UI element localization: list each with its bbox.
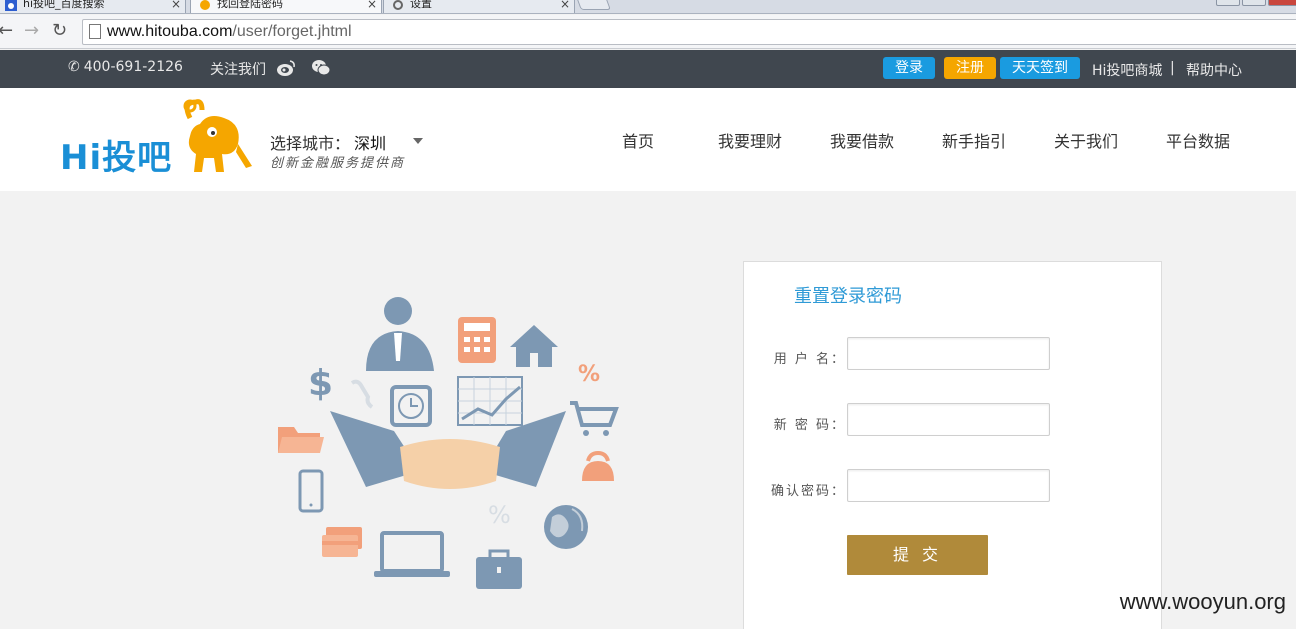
purse-icon bbox=[582, 450, 614, 481]
new-password-input[interactable] bbox=[847, 403, 1050, 436]
nav-invest[interactable]: 我要理财 bbox=[718, 128, 782, 152]
clock-icon bbox=[390, 385, 432, 427]
elephant-favicon-icon bbox=[200, 0, 210, 10]
browser-tab[interactable]: 设置 × bbox=[383, 0, 575, 13]
nav-about[interactable]: 关于我们 bbox=[1054, 128, 1118, 152]
briefcase-icon bbox=[476, 549, 522, 589]
nav-guide[interactable]: 新手指引 bbox=[942, 128, 1006, 152]
phone-number: ✆ 400-691-2126 bbox=[68, 59, 183, 75]
login-button[interactable]: 登录 bbox=[883, 57, 935, 79]
username-input[interactable] bbox=[847, 337, 1050, 370]
register-button[interactable]: 注册 bbox=[944, 57, 996, 79]
folder-icon bbox=[278, 427, 324, 453]
back-arrow-icon[interactable]: ← bbox=[0, 21, 13, 41]
url-text: www.hitouba.com/user/forget.jhtml bbox=[107, 23, 352, 40]
house-icon bbox=[510, 325, 558, 367]
tab-title: 设置 bbox=[410, 0, 432, 10]
address-bar-row: ← → ↻ www.hitouba.com/user/forget.jhtml bbox=[0, 15, 1296, 49]
chevron-down-icon[interactable] bbox=[413, 138, 423, 144]
watermark: www.wooyun.org bbox=[1119, 589, 1286, 614]
nav-platform-data[interactable]: 平台数据 bbox=[1166, 128, 1230, 152]
wechat-icon[interactable] bbox=[311, 59, 331, 77]
nav-borrow[interactable]: 我要借款 bbox=[830, 128, 894, 152]
line-chart-icon bbox=[457, 376, 523, 426]
mall-link[interactable]: Hi投吧商城 bbox=[1092, 60, 1162, 80]
shopping-cart-icon bbox=[570, 401, 619, 436]
logo[interactable]: Hi投吧 bbox=[60, 138, 172, 178]
elephant-logo-icon bbox=[183, 99, 252, 172]
new-password-label: 新 密 码： bbox=[773, 418, 846, 433]
daily-signin-button[interactable]: 天天签到 bbox=[1000, 57, 1080, 79]
slogan: 创新金融服务提供商 bbox=[270, 156, 406, 171]
follow-us-label: 关注我们 bbox=[210, 62, 266, 78]
tab-title: 找回登陆密码 bbox=[217, 0, 283, 10]
tab-title: hi投吧_百度搜索 bbox=[23, 0, 105, 10]
phone-icon: ✆ bbox=[68, 59, 80, 75]
url-input[interactable]: www.hitouba.com/user/forget.jhtml bbox=[82, 19, 1296, 45]
gear-icon bbox=[393, 0, 403, 10]
separator: | bbox=[1170, 60, 1175, 76]
window-close-button[interactable] bbox=[1268, 0, 1296, 6]
finance-handshake-illustration: $ % % bbox=[278, 297, 619, 589]
browser-tab-active[interactable]: 找回登陆密码 × bbox=[190, 0, 382, 13]
laptop-icon bbox=[374, 531, 450, 577]
new-tab-button[interactable] bbox=[575, 0, 611, 10]
weibo-icon[interactable] bbox=[276, 59, 296, 77]
city-select-label: 选择城市： bbox=[270, 134, 351, 153]
globe-icon bbox=[544, 505, 588, 549]
site-header: Hi投吧 选择城市： 深圳 创新金融服务提供商 首页 我要理财 我要借款 新手指… bbox=[0, 88, 1296, 191]
site-top-bar: ✆ 400-691-2126 关注我们 登录 注册 天天签到 Hi投吧商城 | 帮… bbox=[0, 50, 1296, 88]
main-content: $ % % 重置登录密码 用 户 名： 新 密 码： 确认密码： 提 交 www… bbox=[0, 191, 1296, 629]
submit-button[interactable]: 提 交 bbox=[847, 535, 988, 575]
close-icon[interactable]: × bbox=[171, 0, 181, 13]
close-icon[interactable]: × bbox=[367, 0, 377, 13]
city-select-value[interactable]: 深圳 bbox=[354, 130, 386, 154]
forward-arrow-icon[interactable]: → bbox=[24, 21, 39, 41]
handset-icon bbox=[350, 379, 374, 409]
maximize-button[interactable] bbox=[1242, 0, 1266, 6]
username-label: 用 户 名： bbox=[773, 352, 846, 367]
businessman-icon bbox=[366, 297, 434, 371]
mobile-phone-icon bbox=[298, 469, 324, 513]
close-icon[interactable]: × bbox=[560, 0, 570, 13]
form-title: 重置登录密码 bbox=[794, 286, 902, 307]
credit-card-icon bbox=[322, 527, 362, 557]
handshake-icon bbox=[400, 439, 500, 489]
percent-light-icon: % bbox=[488, 501, 511, 529]
help-center-link[interactable]: 帮助中心 bbox=[1186, 60, 1242, 80]
confirm-password-input[interactable] bbox=[847, 469, 1050, 502]
nav-home[interactable]: 首页 bbox=[622, 128, 654, 152]
browser-tab[interactable]: hi投吧_百度搜索 × bbox=[0, 0, 186, 13]
confirm-password-label: 确认密码： bbox=[770, 484, 846, 499]
percent-icon: % bbox=[578, 362, 600, 387]
browser-tab-bar: hi投吧_百度搜索 × 找回登陆密码 × 设置 × bbox=[0, 0, 1296, 14]
reset-password-panel: 重置登录密码 用 户 名： 新 密 码： 确认密码： 提 交 bbox=[743, 261, 1162, 629]
paw-favicon-icon bbox=[5, 0, 17, 11]
page-icon bbox=[89, 24, 101, 39]
minimize-button[interactable] bbox=[1216, 0, 1240, 6]
reload-icon[interactable]: ↻ bbox=[52, 21, 67, 41]
calculator-icon bbox=[458, 317, 496, 363]
dollar-icon: $ bbox=[308, 363, 333, 404]
